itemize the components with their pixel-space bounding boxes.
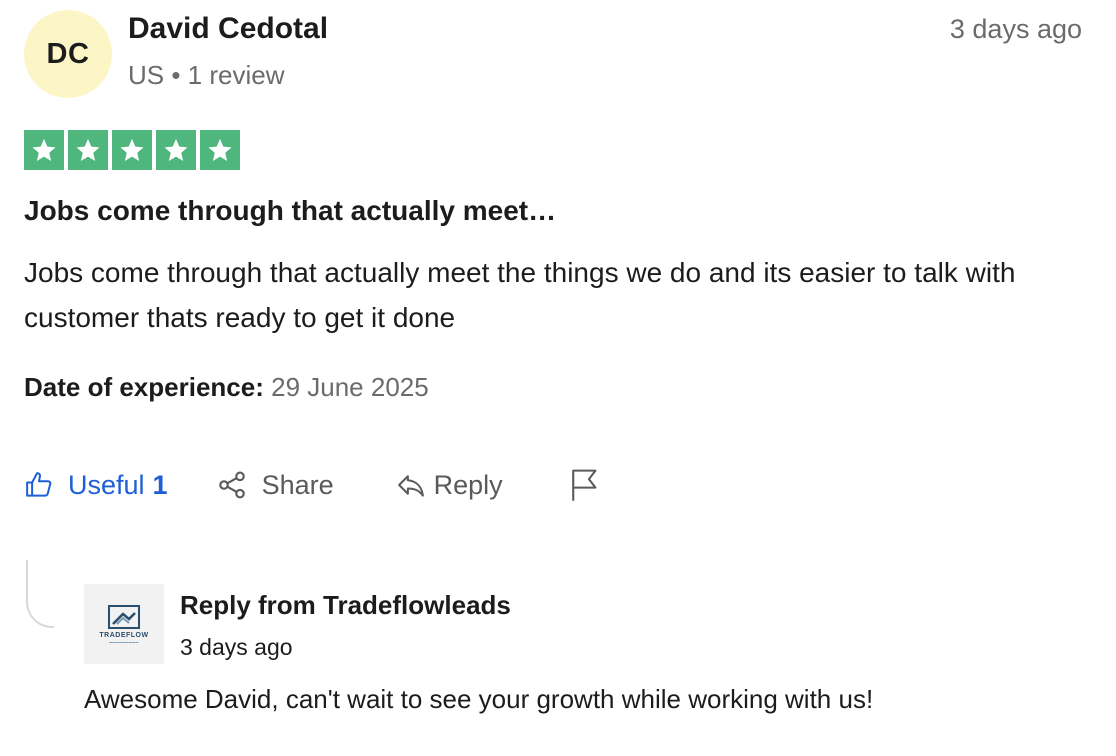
share-icon: [218, 471, 245, 499]
date-of-experience: Date of experience: 29 June 2025: [24, 372, 429, 403]
share-button[interactable]: Share: [216, 469, 334, 501]
star-icon: [200, 130, 240, 170]
flag-icon: [571, 469, 597, 501]
review-body: Jobs come through that actually meet the…: [24, 257, 1016, 333]
avatar-initials: DC: [46, 37, 90, 70]
star-icon: [24, 130, 64, 170]
reply-button[interactable]: Reply: [396, 470, 503, 501]
logo-tagline: ▬▬▬▬▬▬▬▬▬: [109, 640, 139, 644]
star-icon: [112, 130, 152, 170]
star-icon: [156, 130, 196, 170]
review-card: DC David Cedotal US • 1 review 3 days ag…: [0, 0, 1116, 756]
thumbs-up-icon: [26, 472, 52, 497]
useful-label: Useful: [68, 469, 145, 500]
experience-label: Date of experience:: [24, 372, 264, 402]
review-title[interactable]: Jobs come through that actually meet…: [24, 195, 556, 227]
logo-wordmark: TRADEFLOW: [99, 632, 149, 639]
reviewer-meta: US • 1 review: [128, 60, 285, 90]
star-icon: [68, 130, 108, 170]
review-date: 3 days ago: [949, 14, 1082, 44]
reply-thread-line: [26, 560, 54, 628]
share-label: Share: [261, 469, 334, 500]
house-icon: [108, 605, 140, 629]
reply-body: Awesome David, can't wait to see your gr…: [84, 684, 874, 714]
experience-date: 29 June 2025: [271, 372, 429, 402]
company-logo[interactable]: TRADEFLOW ▬▬▬▬▬▬▬▬▬: [84, 584, 164, 664]
reply-label: Reply: [433, 469, 503, 500]
reply-heading: Reply from Tradeflowleads: [180, 590, 511, 620]
reviewer-name[interactable]: David Cedotal: [128, 12, 328, 46]
useful-button[interactable]: Useful 1: [24, 470, 168, 501]
report-button[interactable]: [569, 468, 601, 502]
avatar[interactable]: DC: [24, 10, 112, 98]
reply-arrow-icon: [397, 475, 424, 497]
reply-date: 3 days ago: [180, 634, 293, 660]
review-actions: Useful 1 Share Reply: [24, 468, 601, 502]
star-rating: [24, 130, 240, 170]
useful-count: 1: [152, 469, 168, 500]
